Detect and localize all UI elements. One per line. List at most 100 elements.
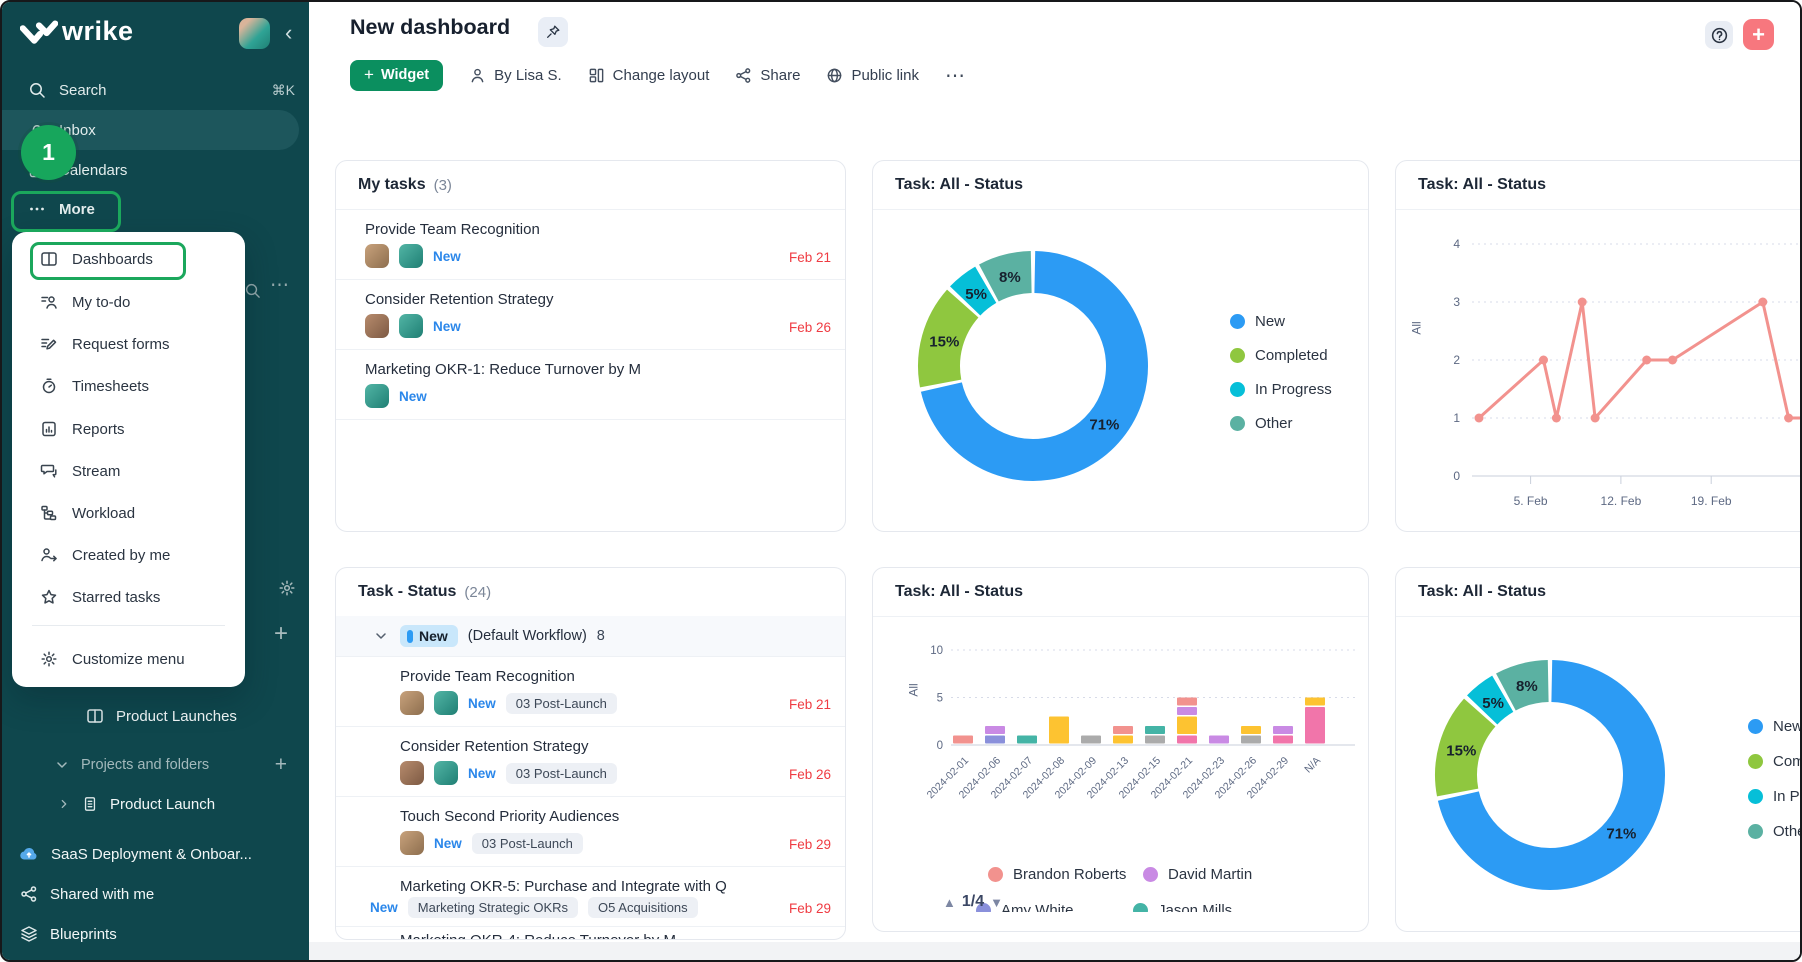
task-row[interactable]: Consider Retention Strategy New 03 Post-… — [336, 726, 845, 797]
status-donut-chart: 71%15%5%8% — [913, 246, 1153, 486]
menu-item-request-forms[interactable]: Request forms — [28, 326, 233, 362]
legend-item[interactable]: David Martin — [1143, 866, 1252, 883]
timesheets-icon — [40, 377, 58, 395]
status-group-header[interactable]: New (Default Workflow) 8 — [336, 616, 845, 657]
my-todo-icon — [40, 293, 58, 311]
sidebar-item-blueprints[interactable]: Blueprints — [2, 917, 309, 951]
toolbar-more-button[interactable]: ⋯ — [945, 63, 965, 88]
task-row[interactable]: Marketing OKR-5: Purchase and Integrate … — [336, 866, 845, 927]
svg-text:2: 2 — [1453, 353, 1460, 367]
dashboards-icon — [40, 250, 58, 268]
task-row[interactable]: Touch Second Priority Audiences New 03 P… — [336, 796, 845, 867]
sidebar-collapse-icon[interactable]: ‹ — [285, 20, 292, 46]
sidebar-item-label: Product Launch — [110, 796, 215, 813]
legend-item: New — [1748, 718, 1802, 735]
task-row[interactable]: Provide Team Recognition New Feb 21 — [336, 209, 845, 280]
task-status[interactable]: New — [468, 766, 496, 781]
menu-item-customize-menu[interactable]: Customize menu — [28, 641, 233, 677]
svg-text:0: 0 — [937, 740, 943, 752]
menu-item-workload[interactable]: Workload — [28, 495, 233, 531]
task-status[interactable]: New — [370, 900, 398, 915]
svg-text:8%: 8% — [999, 269, 1021, 286]
sidebar-item-product-launches[interactable]: Product Launches — [2, 699, 309, 733]
public-link-button[interactable]: Public link — [826, 67, 919, 84]
status-bar-icon — [407, 630, 413, 643]
status-bar-chart: 05102024-02-012024-02-062024-02-072024-0… — [873, 616, 1369, 866]
page-down-icon[interactable]: ▼ — [990, 895, 1003, 910]
task-title: Marketing OKR-5: Purchase and Integrate … — [400, 878, 727, 895]
task-tag: 03 Post-Launch — [506, 763, 617, 784]
sidebar-item-projects-and-folders[interactable]: Projects and folders + — [2, 748, 309, 782]
legend-label: Other — [1255, 415, 1293, 432]
task-title: Provide Team Recognition — [400, 668, 575, 685]
legend-label: David Martin — [1168, 866, 1252, 883]
user-avatar[interactable] — [239, 18, 270, 49]
pin-button[interactable] — [538, 17, 568, 47]
change-layout-button[interactable]: Change layout — [588, 67, 710, 84]
svg-text:4: 4 — [1453, 237, 1460, 251]
task-status[interactable]: New — [434, 836, 462, 851]
sidebar-item-shared-with-me[interactable]: Shared with me — [2, 877, 309, 911]
space-more-icon[interactable]: ⋯ — [270, 274, 289, 297]
svg-text:10: 10 — [930, 645, 943, 657]
task-row[interactable]: Marketing OKR-1: Reduce Turnover by M Ne… — [336, 349, 845, 420]
pin-icon — [545, 24, 561, 40]
avatar — [399, 244, 423, 268]
menu-item-label: Customize menu — [72, 651, 185, 668]
task-status[interactable]: New — [468, 696, 496, 711]
svg-text:5: 5 — [937, 693, 943, 705]
global-add-button[interactable]: + — [1743, 19, 1774, 50]
menu-item-dashboards[interactable]: Dashboards — [28, 241, 233, 277]
share-button[interactable]: Share — [735, 67, 800, 84]
svg-text:71%: 71% — [1606, 825, 1636, 842]
legend-item[interactable]: Jason Mills — [1133, 902, 1232, 912]
sidebar-item-more[interactable]: More — [2, 191, 309, 227]
menu-item-label: Dashboards — [72, 251, 153, 268]
avatar — [434, 761, 458, 785]
help-button[interactable] — [1705, 21, 1733, 49]
space-add-icon[interactable]: + — [274, 620, 288, 648]
svg-text:8%: 8% — [1516, 678, 1538, 695]
legend-dot — [1133, 903, 1148, 912]
menu-item-stream[interactable]: Stream — [28, 453, 233, 489]
menu-item-created-by-me[interactable]: Created by me — [28, 537, 233, 573]
menu-item-reports[interactable]: Reports — [28, 411, 233, 447]
legend-label: Amy White — [1001, 902, 1074, 912]
menu-item-starred-tasks[interactable]: Starred tasks — [28, 579, 233, 615]
legend-dot — [1230, 348, 1245, 363]
task-due-date: Feb 29 — [789, 837, 831, 852]
task-row[interactable]: Consider Retention Strategy New Feb 26 — [336, 279, 845, 350]
menu-item-timesheets[interactable]: Timesheets — [28, 368, 233, 404]
space-gear-icon[interactable] — [278, 579, 296, 597]
legend-item[interactable]: Brandon Roberts — [988, 866, 1126, 883]
svg-text:5%: 5% — [965, 286, 987, 303]
task-status[interactable]: New — [399, 389, 427, 404]
widget-title: My tasks — [358, 176, 426, 194]
sidebar-item-saas-deployment[interactable]: SaaS Deployment & Onboar... — [2, 837, 309, 871]
task-tag: Marketing Strategic OKRs — [408, 897, 578, 918]
task-status[interactable]: New — [433, 319, 461, 334]
page-title: New dashboard — [350, 15, 510, 40]
legend-item: In Progress — [1230, 381, 1332, 398]
menu-item-my-todo[interactable]: My to-do — [28, 284, 233, 320]
task-title-clipped[interactable]: Marketing OKR-4: Reduce Turnover by M — [400, 932, 676, 940]
task-row[interactable]: Provide Team Recognition New 03 Post-Lau… — [336, 656, 845, 727]
owner-button[interactable]: By Lisa S. — [469, 67, 562, 84]
space-search-icon[interactable] — [244, 282, 261, 299]
sidebar-item-label: Projects and folders — [81, 757, 209, 773]
svg-text:3: 3 — [1453, 295, 1460, 309]
widget-status-donut: Task: All - Status 71%15%5%8% New Comple… — [872, 160, 1369, 532]
svg-text:71%: 71% — [1089, 416, 1119, 433]
menu-item-label: Workload — [72, 505, 135, 522]
svg-text:12. Feb: 12. Feb — [1601, 494, 1642, 508]
task-status[interactable]: New — [433, 249, 461, 264]
star-icon — [40, 588, 58, 606]
widget-count: (3) — [434, 177, 452, 194]
sidebar-search[interactable]: Search ⌘K — [2, 70, 309, 110]
add-project-icon[interactable]: + — [275, 753, 287, 777]
page-up-icon[interactable]: ▲ — [943, 895, 956, 910]
sidebar-item-product-launch[interactable]: Product Launch — [2, 787, 309, 821]
wrike-app: wrike ‹ Search ⌘K Inbox Calendars More 1… — [0, 0, 1802, 962]
menu-item-label: Reports — [72, 421, 125, 438]
add-widget-button[interactable]: + Widget — [350, 60, 443, 91]
